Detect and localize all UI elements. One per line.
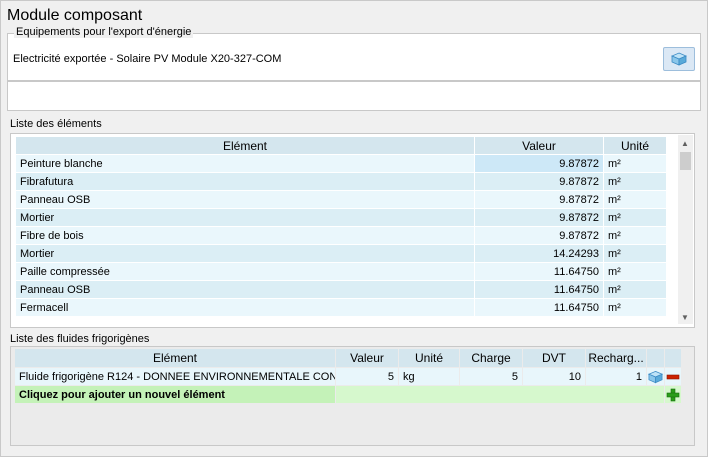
fluid-column-element[interactable]: Elément [15,349,335,367]
element-value-cell[interactable]: 14.24293 [475,245,603,262]
add-element-label[interactable]: Cliquez pour ajouter un nouvel élément [15,386,335,403]
element-value-cell[interactable]: 9.87872 [475,227,603,244]
fluids-label: Liste des fluides frigorigènes [10,333,150,345]
fluid-element-cell[interactable]: Fluide frigorigène R124 - DONNEE ENVIRON… [15,368,335,385]
table-row[interactable]: Mortier 14.24293 m² [16,245,666,262]
equipment-empty-area [7,81,701,111]
fluid-column-recharge[interactable]: Recharg... [586,349,646,367]
scroll-up-icon[interactable]: ▲ [681,139,689,148]
fluid-column-action [647,349,664,367]
element-name-cell[interactable]: Panneau OSB [16,191,474,208]
column-header-valeur[interactable]: Valeur [475,137,603,154]
scroll-thumb[interactable] [680,152,691,170]
elements-scrollbar[interactable]: ▲ ▼ [678,135,693,324]
fluid-charge-cell[interactable]: 5 [460,368,522,385]
fluid-unite-cell[interactable]: kg [399,368,459,385]
plus-icon[interactable] [666,388,680,402]
table-row[interactable]: Peinture blanche 9.87872 m² [16,155,666,172]
fluids-grid: Elément Valeur Unité Charge DVT Recharg.… [10,346,695,446]
element-name-cell[interactable]: Mortier [16,209,474,226]
table-row[interactable]: Mortier 9.87872 m² [16,209,666,226]
add-cell[interactable] [665,386,681,403]
element-name-cell[interactable]: Fermacell [16,299,474,316]
cube-icon [671,52,687,66]
fluid-valeur-cell[interactable]: 5 [336,368,398,385]
equipment-group: Equipements pour l'export d'énergie Elec… [7,26,701,81]
element-unit-cell[interactable]: m² [604,209,666,226]
table-row[interactable]: Fibrafutura 9.87872 m² [16,173,666,190]
element-unit-cell[interactable]: m² [604,263,666,280]
table-row[interactable]: Panneau OSB 9.87872 m² [16,191,666,208]
column-header-element[interactable]: Elément [16,137,474,154]
element-unit-cell[interactable]: m² [604,227,666,244]
column-header-unite[interactable]: Unité [604,137,666,154]
element-value-cell[interactable]: 11.64750 [475,281,603,298]
elements-grid: Elément Valeur Unité Peinture blanche 9.8… [10,133,695,328]
element-unit-cell[interactable]: m² [604,281,666,298]
table-row[interactable]: Paille compressée 11.64750 m² [16,263,666,280]
fluid-column-charge[interactable]: Charge [460,349,522,367]
add-row-filler[interactable] [336,386,664,403]
table-row[interactable]: Fibre de bois 9.87872 m² [16,227,666,244]
element-value-cell[interactable]: 11.64750 [475,263,603,280]
fluid-column-unite[interactable]: Unité [399,349,459,367]
module-window: Module composant Equipements pour l'expo… [0,0,708,457]
fluid-column-valeur[interactable]: Valeur [336,349,398,367]
fluid-recharge-cell[interactable]: 1 [586,368,646,385]
element-unit-cell[interactable]: m² [604,173,666,190]
element-name-cell[interactable]: Paille compressée [16,263,474,280]
add-row[interactable]: Cliquez pour ajouter un nouvel élément [15,386,681,403]
element-value-cell[interactable]: 11.64750 [475,299,603,316]
element-name-cell[interactable]: Peinture blanche [16,155,474,172]
fluid-row[interactable]: Fluide frigorigène R124 - DONNEE ENVIRON… [15,368,681,385]
table-row[interactable]: Panneau OSB 11.64750 m² [16,281,666,298]
element-value-cell[interactable]: 9.87872 [475,209,603,226]
fluid-column-delete [665,349,681,367]
cube-icon[interactable] [648,370,663,384]
element-value-cell[interactable]: 9.87872 [475,191,603,208]
scroll-down-icon[interactable]: ▼ [681,313,689,322]
fluid-column-dvt[interactable]: DVT [523,349,585,367]
elements-table: Elément Valeur Unité Peinture blanche 9.8… [15,136,667,317]
element-name-cell[interactable]: Mortier [16,245,474,262]
element-unit-cell[interactable]: m² [604,299,666,316]
window-title: Module composant [7,7,143,24]
element-unit-cell[interactable]: m² [604,245,666,262]
equipment-item[interactable]: Electricité exportée - Solaire PV Module… [13,53,281,65]
element-value-cell[interactable]: 9.87872 [475,173,603,190]
equipment-edit-button[interactable] [663,47,695,71]
elements-label: Liste des éléments [10,118,102,130]
element-unit-cell[interactable]: m² [604,191,666,208]
fluid-dvt-cell[interactable]: 10 [523,368,585,385]
element-value-cell[interactable]: 9.87872 [475,155,603,172]
delete-icon[interactable] [666,373,680,381]
element-name-cell[interactable]: Panneau OSB [16,281,474,298]
equipment-legend: Equipements pour l'export d'énergie [14,26,194,38]
fluid-delete-cell[interactable] [665,368,681,385]
fluid-edit-cell[interactable] [647,368,664,385]
element-name-cell[interactable]: Fibre de bois [16,227,474,244]
element-unit-cell[interactable]: m² [604,155,666,172]
fluids-table: Elément Valeur Unité Charge DVT Recharg.… [14,348,682,404]
element-name-cell[interactable]: Fibrafutura [16,173,474,190]
table-row[interactable]: Fermacell 11.64750 m² [16,299,666,316]
